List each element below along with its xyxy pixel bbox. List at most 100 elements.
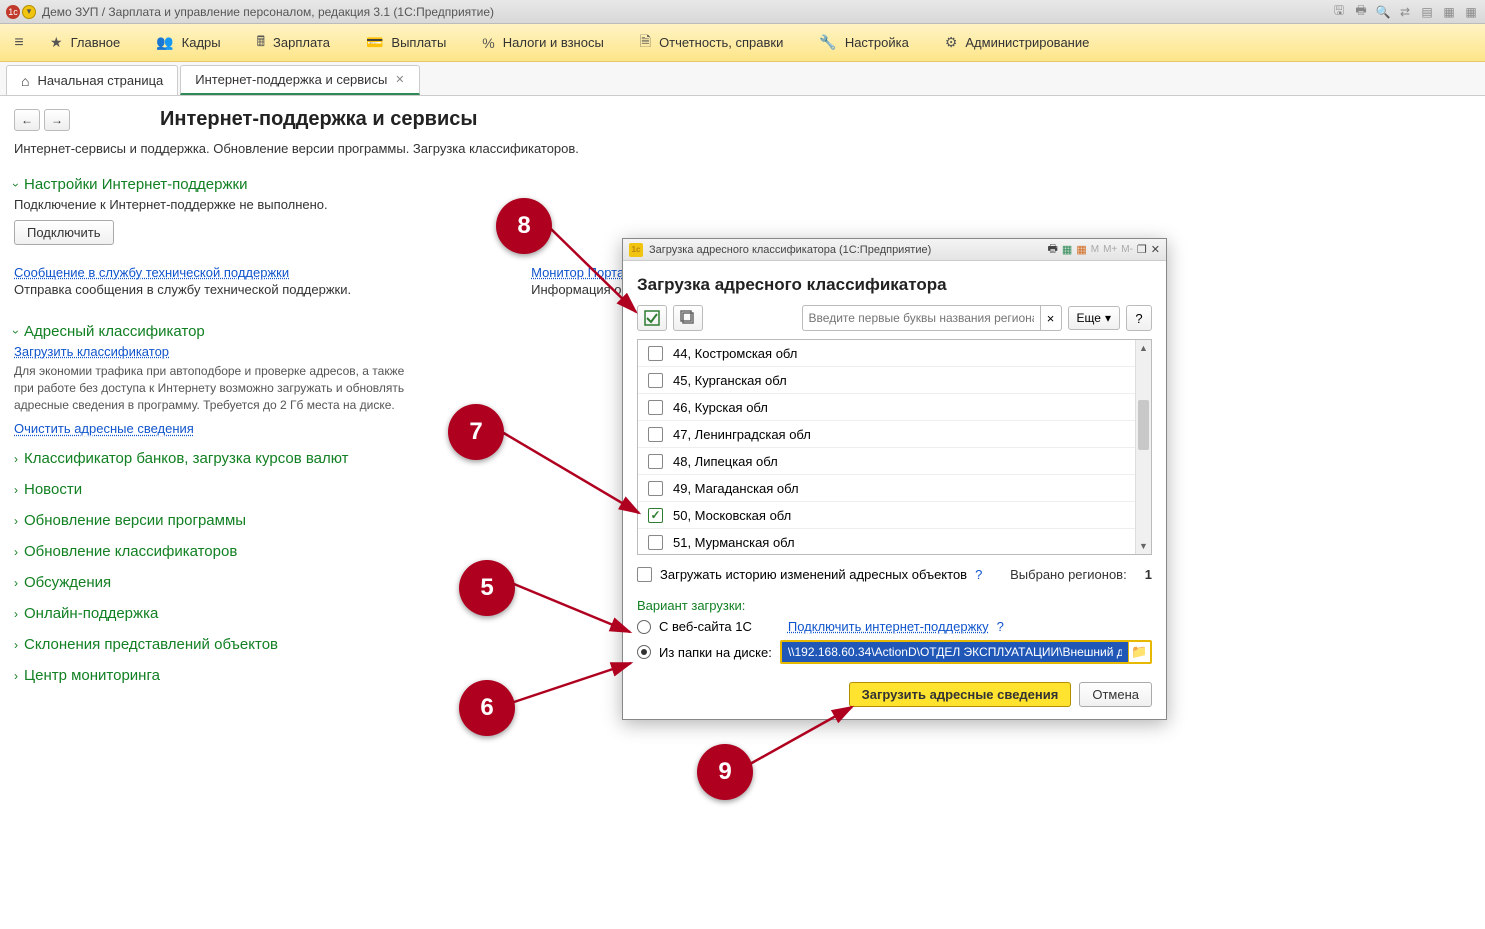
dialog-titlebar[interactable]: 1c Загрузка адресного классификатора (1С…	[623, 239, 1166, 261]
m-icon[interactable]: M	[1091, 244, 1099, 255]
print-icon[interactable]: 🖶	[1353, 4, 1369, 20]
selected-label: Выбрано регионов:	[1010, 567, 1127, 582]
section-internet-support[interactable]: › Настройки Интернет-поддержки	[14, 176, 1485, 193]
uncheck-all-button[interactable]	[673, 305, 703, 331]
menu-admin[interactable]: ⚙ Администрирование	[927, 24, 1108, 61]
radio-web[interactable]	[637, 620, 651, 634]
scroll-thumb[interactable]	[1138, 400, 1149, 450]
more-button[interactable]: Еще▾	[1068, 306, 1120, 330]
marker-8: 8	[496, 198, 552, 254]
check-all-button[interactable]	[637, 305, 667, 331]
save-icon[interactable]: 🖫	[1331, 4, 1347, 20]
tab-home[interactable]: ⌂ Начальная страница	[6, 65, 178, 95]
link-icon[interactable]: ⇄	[1397, 4, 1413, 20]
help-link[interactable]: ?	[997, 619, 1004, 634]
browse-button[interactable]: 📁	[1128, 642, 1150, 662]
connect-button[interactable]: Подключить	[14, 220, 114, 245]
cancel-button[interactable]: Отмена	[1079, 682, 1152, 707]
clear-search-button[interactable]: ×	[1040, 305, 1062, 331]
support-message-link[interactable]: Сообщение в службу технической поддержки	[14, 265, 351, 280]
help-link[interactable]: ?	[975, 567, 982, 582]
section-title: Обновление версии программы	[24, 512, 246, 529]
window-restore-icon[interactable]: ❐	[1137, 243, 1147, 256]
burger-icon[interactable]: ≡	[6, 34, 32, 52]
region-row[interactable]: 49, Магаданская обл	[638, 475, 1135, 502]
section-title: Склонения представлений объектов	[24, 636, 278, 653]
chevron-right-icon: ›	[14, 576, 18, 590]
doc-icon: 🗎	[640, 31, 651, 55]
menu-label: Выплаты	[391, 35, 446, 50]
menu-zarplata[interactable]: 🖩Зарплата	[239, 24, 348, 61]
scrollbar[interactable]: ▲ ▼	[1135, 340, 1151, 554]
region-row[interactable]: 44, Костромская обл	[638, 340, 1135, 367]
dialog-win-title: Загрузка адресного классификатора (1С:Пр…	[649, 244, 931, 256]
region-checkbox[interactable]	[648, 481, 663, 496]
region-checkbox[interactable]	[648, 535, 663, 550]
section-title: Онлайн-поддержка	[24, 605, 158, 622]
calendar-green-icon[interactable]: ▦	[1441, 4, 1457, 20]
region-checkbox[interactable]	[648, 427, 663, 442]
region-row[interactable]: 51, Мурманская обл	[638, 529, 1135, 555]
connect-support-link[interactable]: Подключить интернет-поддержку	[788, 619, 989, 634]
radio-disk-label: Из папки на диске:	[659, 645, 772, 660]
percent-icon: %	[482, 35, 494, 51]
calendar-orange-icon[interactable]: ▦	[1463, 4, 1479, 20]
nav-back-button[interactable]: ←	[14, 109, 40, 131]
menu-nalogi[interactable]: %Налоги и взносы	[464, 24, 622, 61]
region-row[interactable]: 45, Курганская обл	[638, 367, 1135, 394]
calendar-orange-icon[interactable]: ▦	[1076, 243, 1086, 256]
calendar-green-icon[interactable]: ▦	[1062, 243, 1072, 256]
radio-web-label: С веб-сайта 1С	[659, 619, 752, 634]
section-title: Классификатор банков, загрузка курсов ва…	[24, 450, 349, 467]
path-input[interactable]	[782, 642, 1128, 662]
region-row[interactable]: 46, Курская обл	[638, 394, 1135, 421]
scroll-up-icon[interactable]: ▲	[1136, 340, 1151, 356]
region-checkbox[interactable]	[648, 400, 663, 415]
region-checkbox[interactable]	[648, 508, 663, 523]
menu-vyplaty[interactable]: 💳Выплаты	[348, 24, 464, 61]
region-label: 44, Костромская обл	[673, 346, 797, 361]
section-title: Настройки Интернет-поддержки	[24, 176, 247, 193]
chevron-right-icon: ›	[14, 638, 18, 652]
m-minus-icon[interactable]: M-	[1121, 244, 1133, 255]
load-button[interactable]: Загрузить адресные сведения	[849, 682, 1072, 707]
m-plus-icon[interactable]: M+	[1103, 244, 1117, 255]
close-icon[interactable]: ✕	[1151, 243, 1160, 256]
search-icon[interactable]: 🔍	[1375, 4, 1391, 20]
print-icon[interactable]: 🖶	[1048, 240, 1058, 259]
calc2-icon[interactable]: ▤	[1419, 4, 1435, 20]
menu-otchet[interactable]: 🗎Отчетность, справки	[622, 24, 802, 61]
menu-label: Главное	[71, 35, 121, 50]
app-1c-icon: 1c	[6, 5, 20, 19]
section-title: Новости	[24, 481, 82, 498]
radio-disk[interactable]	[637, 645, 651, 659]
menu-nastroyka[interactable]: 🔧Настройка	[801, 24, 926, 61]
region-checkbox[interactable]	[648, 346, 663, 361]
region-row[interactable]: 48, Липецкая обл	[638, 448, 1135, 475]
page-title: Интернет-поддержка и сервисы	[160, 108, 477, 131]
region-list: 44, Костромская обл 45, Курганская обл46,…	[637, 339, 1152, 555]
region-row[interactable]: 47, Ленинградская обл	[638, 421, 1135, 448]
scroll-down-icon[interactable]: ▼	[1136, 538, 1151, 554]
nav-forward-button[interactable]: →	[44, 109, 70, 131]
menu-kadry[interactable]: 👥Кадры	[138, 24, 238, 61]
region-row[interactable]: 50, Московская обл	[638, 502, 1135, 529]
app-dropdown-icon[interactable]: ▾	[22, 5, 36, 19]
tab-label: Интернет-поддержка и сервисы	[195, 72, 387, 87]
menu-main[interactable]: ★ Главное	[32, 24, 138, 61]
chevron-right-icon: ›	[14, 483, 18, 497]
star-icon: ★	[50, 34, 63, 51]
region-checkbox[interactable]	[648, 454, 663, 469]
region-search-input[interactable]	[802, 305, 1040, 331]
tab-internet-support[interactable]: Интернет-поддержка и сервисы ✕	[180, 65, 419, 95]
app-titlebar: 1c ▾ Демо ЗУП / Зарплата и управление пе…	[0, 0, 1485, 24]
main-menubar: ≡ ★ Главное 👥Кадры 🖩Зарплата 💳Выплаты %На…	[0, 24, 1485, 62]
help-button[interactable]: ?	[1126, 305, 1152, 331]
region-checkbox[interactable]	[648, 373, 663, 388]
history-checkbox[interactable]	[637, 567, 652, 582]
close-icon[interactable]: ✕	[395, 73, 404, 86]
menu-label: Администрирование	[965, 35, 1089, 50]
chevron-down-icon: ▾	[1105, 311, 1111, 325]
gear-icon: ⚙	[945, 34, 958, 51]
section-title: Обсуждения	[24, 574, 111, 591]
